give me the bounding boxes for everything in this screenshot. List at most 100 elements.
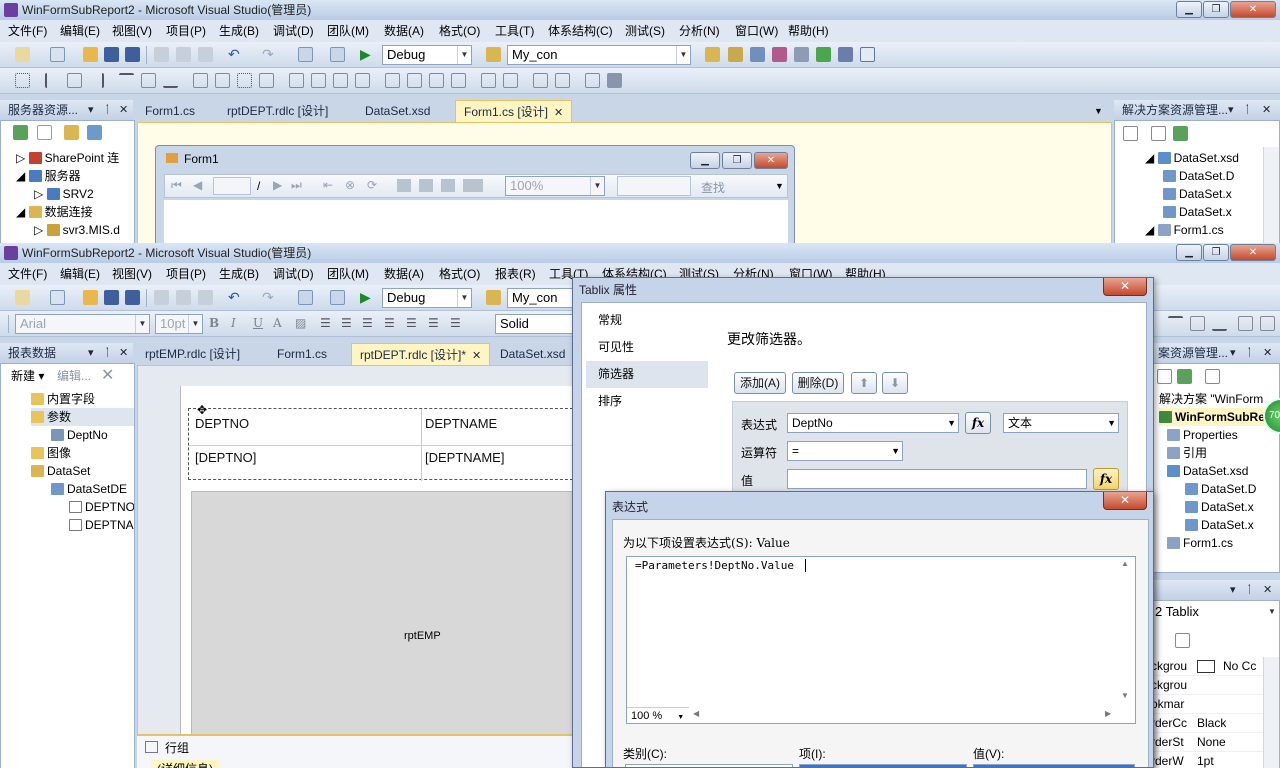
dropdown-icon[interactable]: ▾: [1228, 100, 1234, 120]
center-horizontally-icon[interactable]: [481, 73, 496, 88]
tree-item-dataset-xsd[interactable]: DataSet.xsd: [1159, 462, 1265, 480]
property-row[interactable]: ckgrou No Cc: [1151, 657, 1263, 676]
tree-item-dataset-d[interactable]: DataSet.D: [1159, 480, 1265, 498]
maximize-button[interactable]: ❐: [1203, 1, 1229, 18]
decrease-v-spacing-icon[interactable]: [429, 73, 444, 88]
background-color-icon[interactable]: ▨: [295, 316, 310, 331]
value-list[interactable]: [973, 764, 1135, 767]
save-all-icon[interactable]: [125, 290, 140, 305]
menu-build[interactable]: 生成(B): [219, 263, 259, 285]
menu-debug[interactable]: 调试(D): [273, 263, 314, 285]
command-window-icon[interactable]: [860, 47, 875, 62]
increase-indent-icon[interactable]: ☰: [450, 316, 465, 331]
cut-icon[interactable]: [154, 290, 169, 305]
dropdown-icon[interactable]: ▾: [88, 100, 94, 120]
close-button[interactable]: ✕: [1230, 1, 1276, 18]
size-to-grid-icon[interactable]: [237, 73, 252, 88]
menu-format[interactable]: 格式(O): [439, 263, 480, 285]
make-same-height-icon[interactable]: [215, 73, 230, 88]
menu-help[interactable]: 帮助(H): [788, 20, 829, 42]
stop-icon[interactable]: ⊗: [345, 178, 355, 192]
bring-to-front-icon[interactable]: [533, 73, 548, 88]
fg-configuration-select[interactable]: Debug ▼: [382, 288, 472, 308]
tab-overflow-icon[interactable]: ▼: [1094, 100, 1103, 122]
navigate-backward-icon[interactable]: [298, 290, 313, 305]
remove-v-spacing-icon[interactable]: [451, 73, 466, 88]
cut-icon[interactable]: [154, 47, 169, 62]
tree-item-servers[interactable]: ◢ 服务器: [16, 167, 120, 185]
tablix[interactable]: ✥ DEPTNO DEPTNAME [DEPTNO] [DEPTNAME]: [188, 403, 576, 481]
close-icon[interactable]: ✕: [119, 100, 128, 120]
bg-connection-select[interactable]: My_con ▼: [507, 45, 691, 65]
font-family-select[interactable]: Arial ▼: [15, 314, 150, 334]
tab-form1-cs[interactable]: Form1.cs: [269, 343, 335, 365]
page-setup-icon[interactable]: [441, 179, 455, 192]
move-down-button[interactable]: ⬇: [882, 372, 908, 394]
close-icon[interactable]: ✕: [1263, 343, 1272, 363]
tab-rptdept-design-modified[interactable]: rptDEPT.rdlc [设计]* ✕: [351, 343, 491, 365]
expression-text[interactable]: =Parameters!DeptNo.Value: [635, 558, 794, 574]
italic-icon[interactable]: I: [231, 316, 246, 331]
align-to-grid-icon[interactable]: [15, 73, 30, 88]
new-project-icon[interactable]: [15, 290, 30, 305]
filter-expression-fx-button[interactable]: fx: [965, 412, 991, 434]
align-middles-icon[interactable]: [1190, 316, 1205, 331]
undo-icon[interactable]: ↶: [228, 290, 243, 305]
new-dropdown-button[interactable]: 新建 ▾: [11, 367, 44, 384]
save-icon[interactable]: [104, 290, 119, 305]
align-center-icon[interactable]: ☰: [341, 316, 356, 331]
copy-icon[interactable]: [176, 47, 191, 62]
object-selector[interactable]: 2 Tablix ▼: [1151, 603, 1279, 623]
close-button[interactable]: ✕: [1230, 244, 1276, 261]
tree-item-solution[interactable]: 解决方案 "WinForm: [1159, 390, 1265, 408]
vertical-scrollbar[interactable]: [1263, 147, 1279, 243]
object-browser-icon[interactable]: [772, 47, 787, 62]
item-list[interactable]: [799, 764, 967, 767]
menu-edit[interactable]: 编辑(E): [60, 263, 100, 285]
subreport-rptemp[interactable]: rptEMP: [191, 491, 576, 734]
align-left-icon[interactable]: ☰: [320, 316, 335, 331]
property-row[interactable]: ckgrou: [1151, 676, 1263, 695]
connect-server-icon[interactable]: [87, 125, 102, 140]
remove-h-spacing-icon[interactable]: [355, 73, 370, 88]
close-icon[interactable]: ✕: [472, 350, 481, 362]
border-style-select[interactable]: Solid: [495, 314, 575, 334]
decrease-indent-icon[interactable]: ☰: [428, 316, 443, 331]
start-page-icon[interactable]: [816, 47, 831, 62]
tree-item-references[interactable]: 引用: [1159, 444, 1265, 462]
property-pages-icon[interactable]: [1175, 633, 1190, 648]
tree-item-dataset-x2[interactable]: DataSet.x: [1145, 203, 1239, 221]
tab-form1-design[interactable]: Form1.cs [设计] ✕: [455, 100, 573, 122]
minimize-button[interactable]: ▁: [1176, 1, 1202, 18]
connection-icon[interactable]: [486, 47, 501, 62]
font-size-select[interactable]: 10pt ▼: [155, 314, 203, 334]
make-same-width-icon[interactable]: [193, 73, 208, 88]
find-input[interactable]: [617, 176, 691, 196]
filter-expression-select[interactable]: DeptNo ▼: [787, 413, 959, 433]
menu-format[interactable]: 格式(O): [439, 20, 480, 42]
form1-window[interactable]: Form1 ▁ ❐ ✕ ⏮ ◀ / ▶ ⏭ ⇤ ⊗ ⟳ 100% ▼ 查找 ▼: [155, 145, 795, 243]
stop-refresh-icon[interactable]: [37, 125, 52, 140]
vertical-scrollbar[interactable]: [1263, 657, 1279, 768]
save-icon[interactable]: [104, 47, 119, 62]
row-group-detail[interactable]: (详细信息): [151, 760, 219, 768]
increase-h-spacing-icon[interactable]: [311, 73, 326, 88]
tab-rptemp-design[interactable]: rptEMP.rdlc [设计]: [137, 343, 248, 365]
properties-window-icon[interactable]: [750, 47, 765, 62]
delete-icon[interactable]: ✕: [101, 365, 114, 385]
last-page-icon[interactable]: ⏭: [291, 178, 302, 193]
navigate-forward-icon[interactable]: [330, 47, 345, 62]
tab-rptdept-design[interactable]: rptDEPT.rdlc [设计]: [219, 100, 336, 122]
pin-icon[interactable]: ᛙ: [1246, 580, 1253, 600]
bold-icon[interactable]: B: [209, 316, 224, 331]
category-list[interactable]: [625, 764, 793, 767]
menu-test[interactable]: 测试(S): [625, 20, 665, 42]
dropdown-icon[interactable]: ▾: [88, 343, 94, 363]
tree-item-sharepoint[interactable]: ▷ SharePoint 连: [16, 149, 120, 167]
tree-item-images[interactable]: 图像: [31, 444, 134, 462]
tree-item-form1-cs[interactable]: Form1.cs: [1159, 534, 1265, 552]
tab-dataset-xsd[interactable]: DataSet.xsd: [492, 343, 573, 365]
align-tops-icon[interactable]: [1168, 316, 1183, 331]
align-rights-icon[interactable]: [89, 73, 104, 88]
scroll-left-icon[interactable]: ◀: [693, 709, 699, 718]
